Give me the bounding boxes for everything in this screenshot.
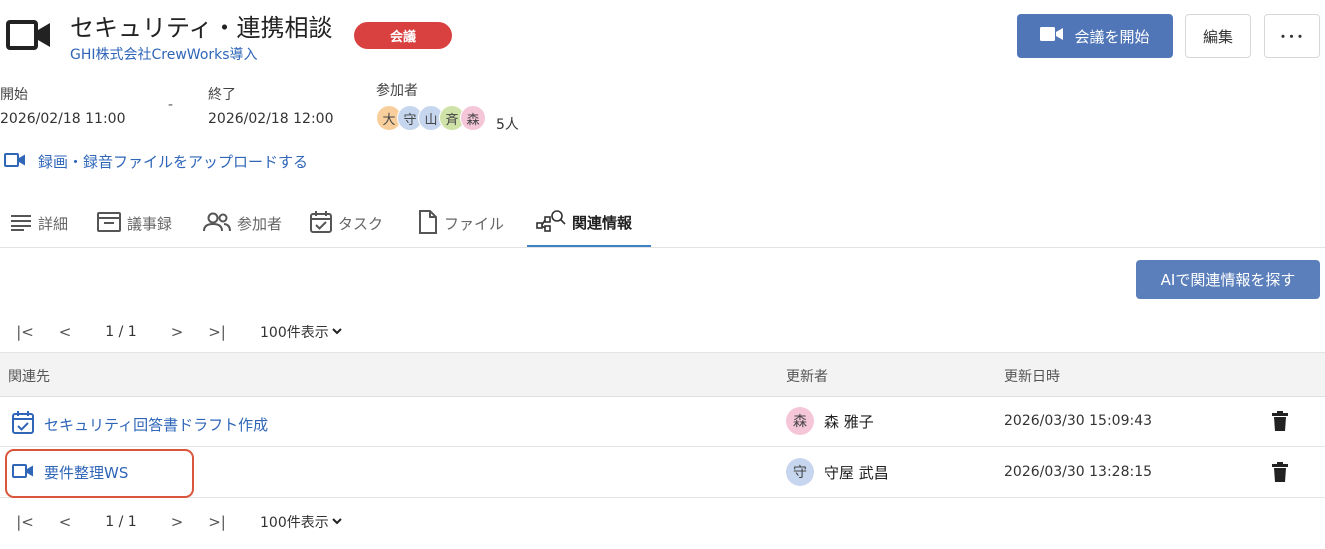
page-info: 1 / 1 — [105, 514, 137, 530]
tab-label: ファイル — [444, 215, 505, 233]
meeting-type-badge: 会議 — [354, 22, 452, 49]
calendar-check-icon — [310, 210, 332, 237]
start-meeting-button[interactable]: 会議を開始 — [1017, 14, 1173, 58]
trash-icon — [1272, 462, 1288, 486]
page-size-select[interactable]: 100件表示 — [260, 512, 343, 532]
participants-count: 5人 — [496, 117, 519, 133]
tab-label: 詳細 — [38, 215, 69, 233]
minutes-icon — [97, 211, 121, 236]
end-value: 2026/02/18 12:00 — [208, 111, 334, 127]
pagination-top: |< < 1 / 1 > >| 100件表示 — [8, 322, 343, 342]
start-value: 2026/02/18 11:00 — [0, 111, 126, 127]
page-size-label: 100件表示 — [260, 325, 329, 341]
tab-bar: 詳細 議事録 参加者 タスク ファイル 関連情報 — [0, 200, 1325, 248]
start-meeting-label: 会議を開始 — [1074, 27, 1150, 46]
page-size-select[interactable]: 100件表示 — [260, 322, 343, 342]
tab-minutes[interactable]: 議事録 — [97, 200, 172, 247]
tab-label: 関連情報 — [572, 214, 633, 232]
updated-at: 2026/03/30 13:28:15 — [1004, 464, 1153, 480]
file-icon — [418, 209, 438, 238]
avatar: 森 — [460, 105, 486, 131]
tab-label: タスク — [338, 215, 384, 233]
related-item-title: セキュリティ回答書ドラフト作成 — [44, 415, 269, 434]
video-camera-icon — [4, 152, 26, 171]
tab-label: 議事録 — [127, 215, 173, 233]
related-search-icon — [536, 209, 566, 237]
updater-name: 森 雅子 — [824, 412, 874, 431]
column-header-updater[interactable]: 更新者 — [786, 366, 828, 386]
task-calendar-icon — [12, 410, 34, 438]
date-separator: - — [168, 97, 174, 113]
end-label: 終了 — [208, 87, 236, 103]
avatar: 森 — [786, 407, 814, 435]
table-row: セキュリティ回答書ドラフト作成 森 森 雅子 2026/03/30 15:09:… — [0, 397, 1325, 447]
participants-label: 参加者 — [376, 83, 418, 99]
column-header-related[interactable]: 関連先 — [8, 366, 50, 386]
updater: 森 森 雅子 — [786, 407, 874, 435]
delete-button[interactable] — [1272, 411, 1288, 435]
updater-name: 守屋 武昌 — [824, 463, 889, 482]
delete-button[interactable] — [1272, 462, 1288, 486]
tab-participants[interactable]: 参加者 — [203, 200, 282, 247]
participants-avatars[interactable]: 大 守 山 斉 森 — [376, 105, 486, 131]
prev-page-button[interactable]: < — [42, 323, 88, 341]
last-page-button[interactable]: >| — [200, 513, 234, 531]
tab-tasks[interactable]: タスク — [310, 200, 383, 247]
list-icon — [10, 213, 32, 235]
upload-recording-label: 録画・録音ファイルをアップロードする — [38, 153, 309, 171]
ai-search-related-button[interactable]: AIで関連情報を探す — [1136, 260, 1320, 299]
project-link[interactable]: GHI株式会社CrewWorks導入 — [70, 44, 258, 64]
updater: 守 守屋 武昌 — [786, 458, 889, 486]
people-icon — [203, 212, 231, 236]
page-title: セキュリティ・連携相談 — [70, 14, 333, 42]
video-camera-icon — [1040, 26, 1064, 46]
video-camera-icon — [6, 20, 52, 50]
chevron-down-icon — [331, 324, 343, 340]
upload-recording-link[interactable]: 録画・録音ファイルをアップロードする — [4, 151, 308, 172]
next-page-button[interactable]: > — [154, 513, 200, 531]
tab-files[interactable]: ファイル — [418, 200, 504, 247]
first-page-button[interactable]: |< — [8, 513, 42, 531]
avatar: 守 — [786, 458, 814, 486]
column-header-updated-at[interactable]: 更新日時 — [1004, 366, 1060, 386]
pagination-bottom: |< < 1 / 1 > >| 100件表示 — [8, 512, 343, 532]
trash-icon — [1272, 411, 1288, 435]
page-size-label: 100件表示 — [260, 515, 329, 531]
updated-at: 2026/03/30 15:09:43 — [1004, 413, 1153, 429]
first-page-button[interactable]: |< — [8, 323, 42, 341]
related-item-link[interactable]: セキュリティ回答書ドラフト作成 — [12, 410, 268, 438]
highlight-box — [5, 449, 194, 498]
table-header: 関連先 更新者 更新日時 — [0, 352, 1325, 397]
table-row: 要件整理WS 守 守屋 武昌 2026/03/30 13:28:15 — [0, 448, 1325, 498]
last-page-button[interactable]: >| — [200, 323, 234, 341]
tab-related[interactable]: 関連情報 — [527, 200, 651, 247]
start-label: 開始 — [0, 87, 28, 103]
edit-button[interactable]: 編集 — [1185, 14, 1251, 58]
next-page-button[interactable]: > — [154, 323, 200, 341]
prev-page-button[interactable]: < — [42, 513, 88, 531]
chevron-down-icon — [331, 514, 343, 530]
page-info: 1 / 1 — [105, 324, 137, 340]
tab-details[interactable]: 詳細 — [10, 200, 68, 247]
more-options-button[interactable]: ･･･ — [1264, 14, 1320, 58]
tab-label: 参加者 — [237, 215, 283, 233]
